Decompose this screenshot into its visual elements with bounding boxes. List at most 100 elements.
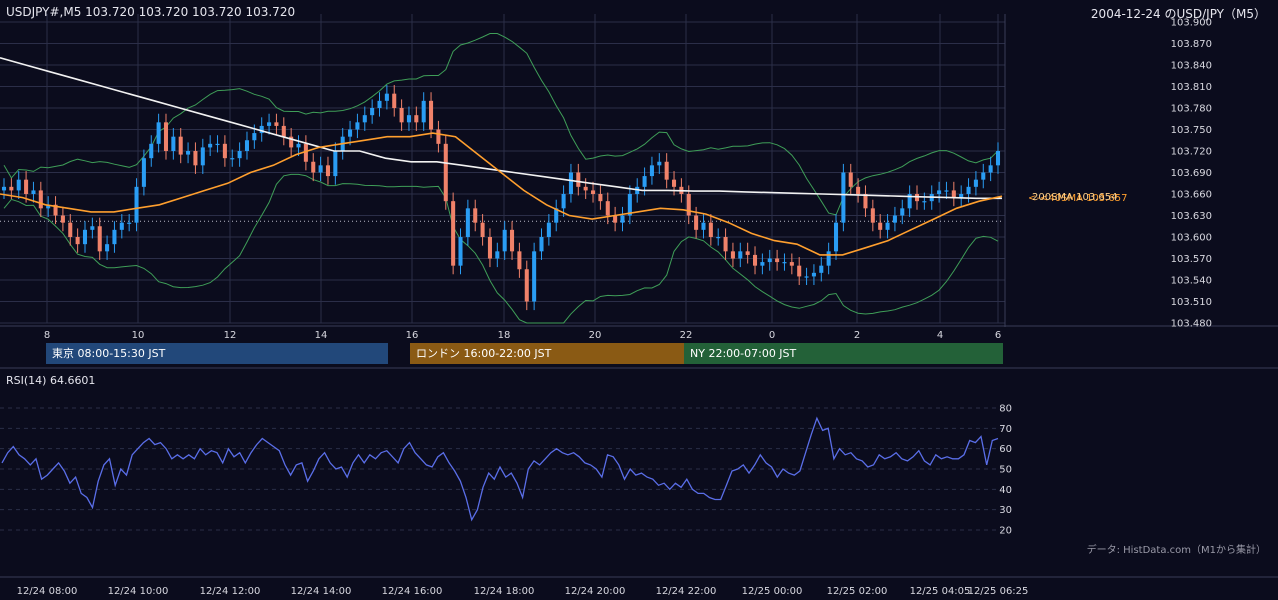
- candle-body: [473, 208, 478, 223]
- price-tick-label: 103.840: [1171, 61, 1212, 72]
- candle-body: [826, 251, 831, 266]
- rsi-tick-label: 80: [999, 404, 1012, 415]
- page-title: 2004-12-24 のUSD/JPY（M5）: [1090, 7, 1266, 21]
- price-tick-label: 103.720: [1171, 147, 1212, 158]
- candle-body: [348, 129, 353, 137]
- candle-body: [399, 108, 404, 123]
- candle-body: [465, 208, 470, 237]
- candle-body: [797, 265, 802, 277]
- bottom-time-label: 12/24 16:00: [382, 586, 443, 597]
- rsi-tick-label: 20: [999, 526, 1012, 537]
- candle-body: [325, 165, 330, 177]
- candle-body: [745, 251, 750, 255]
- rsi-grid: [0, 367, 1278, 531]
- candle-body: [782, 262, 787, 264]
- chart-canvas: 103.480 103.510 103.540 103.570 103.600 103.6…: [0, 14, 1278, 597]
- candle-body: [811, 272, 816, 277]
- candle-body: [208, 143, 213, 148]
- candle-body: [833, 222, 839, 252]
- candle-body: [105, 244, 110, 252]
- candle-body: [576, 172, 581, 187]
- bottom-time-label: 12/25 04:05: [910, 586, 971, 597]
- price-tick-label: 103.480: [1171, 319, 1212, 330]
- candle-body: [377, 100, 382, 108]
- bottom-time-label: 12/25 06:25: [968, 586, 1029, 597]
- candle-body: [657, 161, 662, 166]
- candle-body: [274, 122, 279, 126]
- time-tick-label: 2: [854, 330, 860, 341]
- candle-body: [510, 229, 515, 252]
- candle-body: [620, 215, 625, 223]
- time-tick-label: 8: [44, 330, 50, 341]
- candle-body: [591, 190, 596, 194]
- session-tokyo: 東京 08:00-15:30 JST: [46, 343, 388, 364]
- candle-body: [981, 172, 986, 180]
- price-tick-label: 103.810: [1171, 82, 1212, 93]
- rsi-tick-label: 40: [999, 485, 1012, 496]
- candle-body: [775, 258, 780, 263]
- bollinger-upper-band: [3, 33, 999, 216]
- time-tick-label: 22: [680, 330, 693, 341]
- candle-body: [767, 258, 772, 263]
- candle-body: [524, 269, 529, 302]
- bottom-time-label: 12/25 00:00: [742, 586, 803, 597]
- candle-body: [502, 229, 507, 252]
- candle-body: [230, 158, 235, 160]
- candle-body: [789, 262, 794, 266]
- price-tick-label: 103.750: [1171, 125, 1212, 136]
- candle-body: [178, 136, 183, 155]
- candle-body: [355, 122, 360, 130]
- candle-body: [870, 208, 875, 223]
- candle-body: [296, 143, 301, 148]
- candle-body: [311, 161, 316, 173]
- candle-body: [24, 179, 29, 194]
- candle-body: [937, 190, 942, 194]
- candle-body: [267, 122, 272, 126]
- price-axis: 103.480 103.510 103.540 103.570 103.600 103.6…: [1171, 18, 1212, 330]
- time-tick-label: 0: [769, 330, 775, 341]
- candle-body: [82, 229, 88, 245]
- price-tick-label: 103.660: [1171, 190, 1212, 201]
- candle-body: [561, 194, 566, 209]
- session-tokyo-label: 東京 08:00-15:30 JST: [52, 347, 166, 360]
- candle-body: [598, 194, 603, 202]
- candle-body: [458, 237, 463, 266]
- price-tick-label: 103.630: [1171, 211, 1212, 222]
- candle-body: [193, 151, 198, 166]
- bottom-time-label: 12/24 22:00: [656, 586, 717, 597]
- time-axis: 8 10 12 14 16 18 20 22 0 2 4 6: [44, 330, 1001, 341]
- candle-body: [333, 151, 338, 177]
- candle-body: [186, 151, 191, 155]
- price-tick-label: 103.600: [1171, 233, 1212, 244]
- candle-body: [649, 165, 654, 177]
- candle-body: [171, 136, 176, 151]
- rsi-tick-label: 50: [999, 465, 1012, 476]
- candle-body: [112, 229, 117, 245]
- candle-body: [421, 100, 426, 123]
- candle-body: [495, 251, 500, 259]
- price-tick-label: 103.540: [1171, 276, 1212, 287]
- candle-body: [988, 165, 993, 173]
- candle-body: [944, 190, 949, 192]
- candle-body: [863, 194, 868, 209]
- candle-body: [885, 222, 890, 230]
- candle-body: [38, 190, 43, 209]
- rsi-tick-label: 70: [999, 424, 1012, 435]
- candle-body: [119, 222, 124, 230]
- candle-body: [60, 215, 65, 223]
- session-london: ロンドン 16:00-22:00 JST: [410, 343, 684, 364]
- price-tick-label: 103.570: [1171, 254, 1212, 265]
- candle-body: [281, 125, 286, 137]
- candle-body: [156, 122, 161, 144]
- candle-body: [252, 133, 257, 141]
- time-tick-label: 20: [589, 330, 602, 341]
- candle-body: [480, 222, 485, 237]
- price-tick-label: 103.690: [1171, 168, 1212, 179]
- candle-body: [436, 129, 441, 144]
- price-tick-label: 103.510: [1171, 297, 1212, 308]
- candle-body: [716, 237, 721, 239]
- candle-body: [517, 251, 522, 270]
- candle-body: [694, 215, 699, 230]
- candle-body: [443, 143, 448, 202]
- candle-body: [760, 262, 765, 266]
